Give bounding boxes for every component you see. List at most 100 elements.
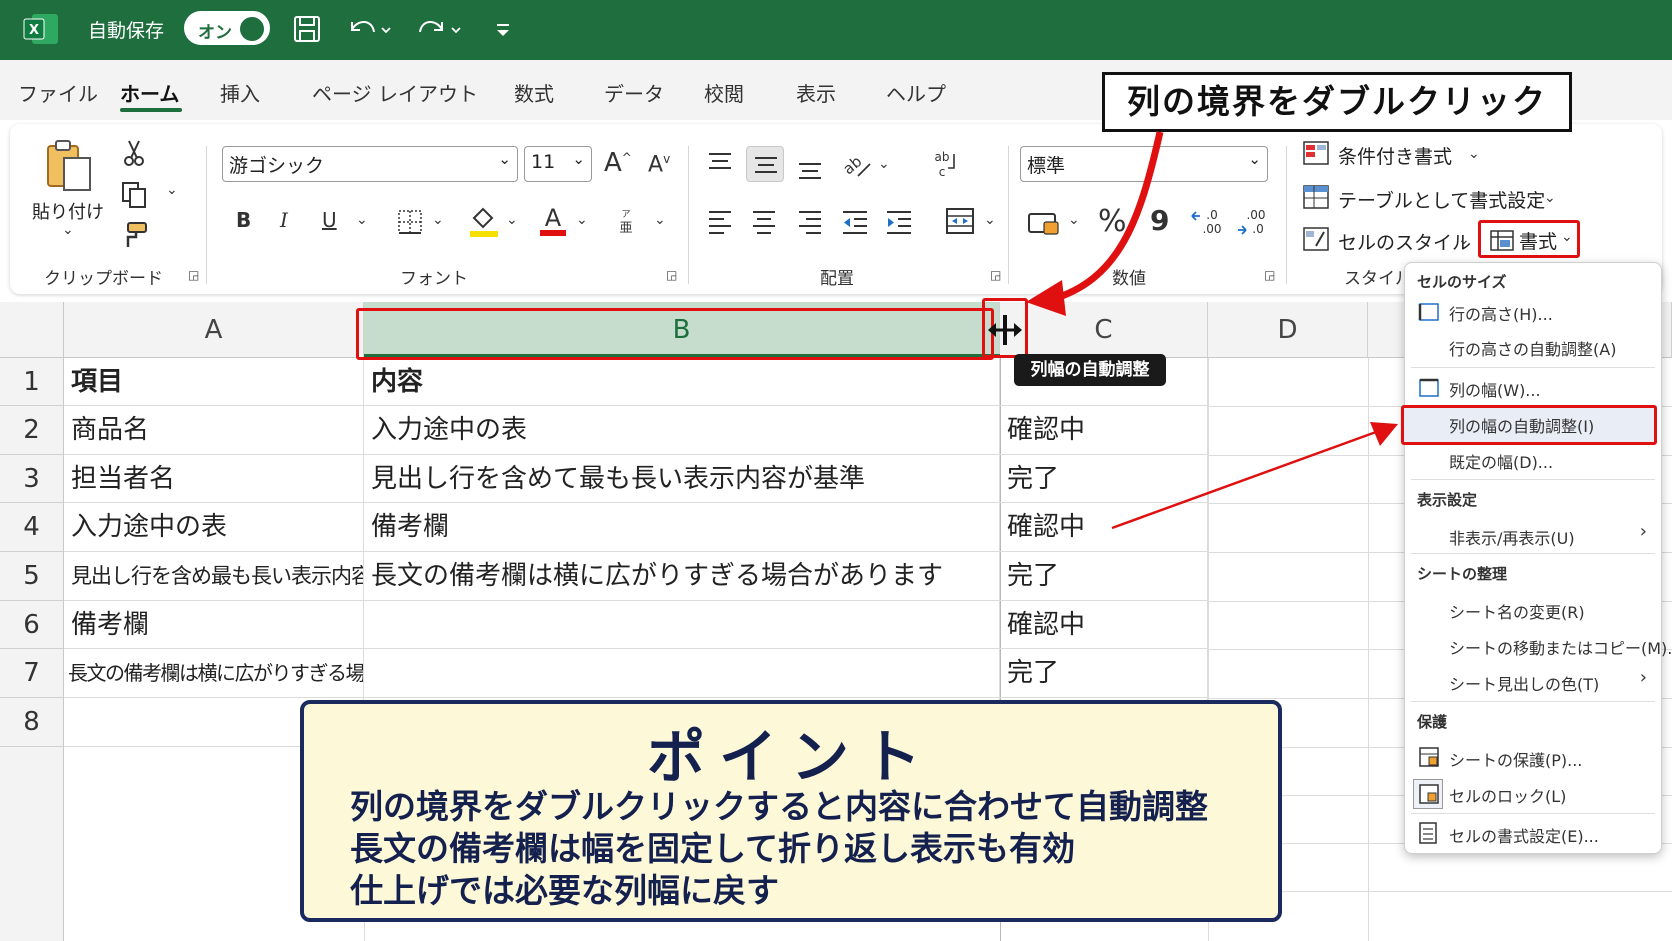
decrease-font-icon[interactable]: Av xyxy=(648,152,670,177)
format-as-table-dropdown-icon[interactable]: ⌄ xyxy=(1544,190,1556,206)
tab-home[interactable]: ホーム xyxy=(120,78,179,107)
orientation-dropdown-icon[interactable]: ⌄ xyxy=(878,156,890,172)
autosave-toggle[interactable]: オン xyxy=(184,11,270,45)
menu-row-autofit[interactable]: 行の高さの自動調整(A) xyxy=(1449,336,1616,360)
column-header-c[interactable]: C xyxy=(1000,302,1208,358)
font-name-select[interactable]: 游ゴシック ⌄ xyxy=(222,146,518,182)
menu-column-autofit[interactable]: 列の幅の自動調整(I) xyxy=(1449,413,1594,437)
alignment-launcher-icon[interactable]: ◲ xyxy=(990,268,1001,282)
save-icon[interactable] xyxy=(290,12,324,46)
cell-c3[interactable]: 完了 xyxy=(1000,455,1208,503)
phonetic-icon[interactable]: ア 亜 xyxy=(614,206,638,236)
fill-color-icon[interactable] xyxy=(468,204,500,238)
row-header-2[interactable]: 2 xyxy=(0,406,64,455)
menu-move-copy-sheet[interactable]: シートの移動またはコピー(M)... xyxy=(1449,635,1672,659)
menu-lock-cell[interactable]: セルのロック(L) xyxy=(1449,783,1566,807)
increase-font-icon[interactable]: A^ xyxy=(604,148,632,178)
number-launcher-icon[interactable]: ◲ xyxy=(1264,268,1275,282)
cell-b5[interactable]: 長文の備考欄は横に広がりすぎる場合があります xyxy=(364,552,1000,601)
tab-help[interactable]: ヘルプ xyxy=(886,78,946,107)
tab-file[interactable]: ファイル xyxy=(18,78,98,107)
align-center-icon[interactable] xyxy=(750,208,778,234)
column-resize-cursor-icon[interactable] xyxy=(986,312,1024,348)
row-header-7[interactable]: 7 xyxy=(0,649,64,698)
cell-c6[interactable]: 確認中 xyxy=(1000,601,1208,649)
align-top-icon[interactable] xyxy=(706,150,734,176)
menu-protect-sheet[interactable]: シートの保護(P)... xyxy=(1449,747,1582,771)
cell-b2[interactable]: 入力途中の表 xyxy=(364,406,1000,455)
fill-color-dropdown-icon[interactable]: ⌄ xyxy=(506,212,518,228)
menu-column-width[interactable]: 列の幅(W)... xyxy=(1449,377,1541,401)
row-header-6[interactable]: 6 xyxy=(0,601,64,649)
cell-c5[interactable]: 完了 xyxy=(1000,552,1208,601)
paste-icon[interactable] xyxy=(44,138,96,194)
cell-c2[interactable]: 確認中 xyxy=(1000,406,1208,455)
conditional-dropdown-icon[interactable]: ⌄ xyxy=(1468,146,1480,162)
decrease-indent-icon[interactable] xyxy=(840,208,870,234)
row-header-4[interactable]: 4 xyxy=(0,503,64,552)
cell-b4[interactable]: 備考欄 xyxy=(364,503,1000,552)
align-bottom-icon[interactable] xyxy=(796,154,824,182)
cell-styles-icon[interactable] xyxy=(1302,226,1330,252)
row-header-8[interactable]: 8 xyxy=(0,698,64,747)
borders-dropdown-icon[interactable]: ⌄ xyxy=(432,212,444,228)
cell-c4[interactable]: 確認中 xyxy=(1000,503,1208,552)
cell-a7[interactable]: 長文の備考欄は横に広がりすぎる場合があります xyxy=(64,649,364,698)
copy-dropdown-icon[interactable]: ⌄ xyxy=(166,182,178,198)
cell-b3[interactable]: 見出し行を含めて最も長い表示内容が基準 xyxy=(364,455,1000,503)
menu-default-width[interactable]: 既定の幅(D)... xyxy=(1449,449,1553,473)
cut-icon[interactable] xyxy=(122,138,146,168)
percent-button[interactable]: % xyxy=(1098,204,1127,239)
menu-hide-unhide[interactable]: 非表示/再表示(U) xyxy=(1449,525,1575,549)
format-button[interactable]: 書式 ⌄ xyxy=(1478,220,1580,258)
cell-styles-dropdown-icon[interactable]: ⌄ xyxy=(1458,232,1470,248)
tab-view[interactable]: 表示 xyxy=(796,78,836,107)
clipboard-launcher-icon[interactable]: ◲ xyxy=(188,268,199,282)
cell-a5[interactable]: 見出し行を含め最も長い表示内容が基準 xyxy=(64,552,364,601)
cell-a1[interactable]: 項目 xyxy=(64,358,364,406)
row-header-5[interactable]: 5 xyxy=(0,552,64,601)
row-header-1[interactable]: 1 xyxy=(0,358,64,406)
align-right-icon[interactable] xyxy=(796,208,824,234)
decrease-decimal-icon[interactable]: .00 .0 xyxy=(1236,206,1272,236)
cell-a4[interactable]: 入力途中の表 xyxy=(64,503,364,552)
paste-label[interactable]: 貼り付け xyxy=(32,198,104,224)
tab-page-layout[interactable]: ページ レイアウト xyxy=(312,78,478,107)
merge-dropdown-icon[interactable]: ⌄ xyxy=(984,212,996,228)
conditional-formatting-label[interactable]: 条件付き書式 xyxy=(1338,142,1452,169)
cell-a3[interactable]: 担当者名 xyxy=(64,455,364,503)
underline-button[interactable]: U xyxy=(322,208,337,232)
accounting-format-icon[interactable] xyxy=(1026,208,1062,238)
undo-icon[interactable] xyxy=(344,12,394,46)
orientation-icon[interactable]: ab xyxy=(840,148,874,180)
cell-b1[interactable]: 内容 xyxy=(364,358,1000,406)
customize-toolbar-icon[interactable] xyxy=(492,12,514,46)
tab-review[interactable]: 校閲 xyxy=(704,78,744,107)
column-header-d[interactable]: D xyxy=(1208,302,1368,358)
wrap-text-icon[interactable]: ab c xyxy=(930,148,962,180)
cell-a2[interactable]: 商品名 xyxy=(64,406,364,455)
row-header-3[interactable]: 3 xyxy=(0,455,64,503)
phonetic-dropdown-icon[interactable]: ⌄ xyxy=(654,212,666,228)
paste-dropdown-icon[interactable]: ⌄ xyxy=(62,222,74,238)
italic-button[interactable]: I xyxy=(280,208,288,232)
increase-decimal-icon[interactable]: .0 .00 xyxy=(1190,206,1226,236)
cell-b7[interactable] xyxy=(364,649,1000,698)
select-all-corner[interactable] xyxy=(0,302,64,358)
number-format-select[interactable]: 標準 ⌄ xyxy=(1020,146,1268,182)
conditional-formatting-icon[interactable] xyxy=(1302,140,1330,166)
font-launcher-icon[interactable]: ◲ xyxy=(666,268,677,282)
redo-icon[interactable] xyxy=(414,12,464,46)
cell-styles-label[interactable]: セルのスタイル xyxy=(1338,228,1471,255)
font-color-icon[interactable]: A xyxy=(538,202,568,238)
increase-indent-icon[interactable] xyxy=(884,208,914,234)
align-middle-button[interactable] xyxy=(746,146,784,182)
tab-formulas[interactable]: 数式 xyxy=(514,78,554,107)
menu-rename-sheet[interactable]: シート名の変更(R) xyxy=(1449,599,1585,623)
accounting-dropdown-icon[interactable]: ⌄ xyxy=(1068,212,1080,228)
copy-icon[interactable] xyxy=(120,180,150,210)
align-left-icon[interactable] xyxy=(706,208,734,234)
menu-row-height[interactable]: 行の高さ(H)... xyxy=(1449,301,1553,325)
format-as-table-icon[interactable] xyxy=(1302,184,1330,210)
column-header-a[interactable]: A xyxy=(64,302,364,358)
